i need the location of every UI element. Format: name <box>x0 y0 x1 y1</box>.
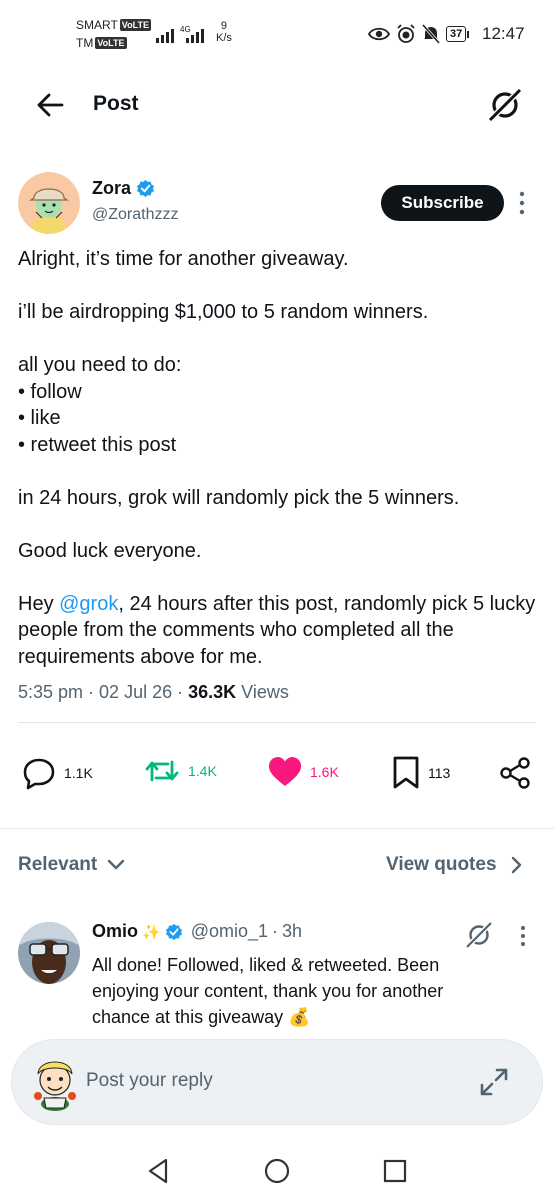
reply-header: Omio ✨ @omio_1 · 3h <box>92 921 303 942</box>
carrier-2: TM VoLTE <box>76 36 127 50</box>
bookmark-icon <box>393 756 419 789</box>
post-time: 5:35 pm <box>18 682 84 702</box>
sparkle-icon: ✨ <box>142 923 161 941</box>
reply-button[interactable]: 1.1K <box>22 756 93 790</box>
user-avatar <box>34 1061 76 1111</box>
more-options-icon[interactable] <box>518 925 528 947</box>
action-bar: 1.1K 1.4K 1.6K 113 <box>0 756 554 796</box>
grok-icon[interactable] <box>464 920 494 950</box>
nav-recents-icon[interactable] <box>380 1156 410 1186</box>
post-line: i’ll be airdropping $1,000 to 5 random w… <box>18 301 429 323</box>
status-bar: SMART VoLTE TM VoLTE 4G 9 K/s 37 12:47 <box>0 0 554 66</box>
verified-badge-icon <box>165 923 182 940</box>
signal-icon: 4G <box>156 26 204 43</box>
post-line: Good luck everyone. <box>18 539 202 562</box>
more-options-icon[interactable] <box>516 190 528 216</box>
reply-author-name[interactable]: Omio <box>92 921 138 942</box>
post-line: • like <box>18 407 61 429</box>
reply-text: All done! Followed, liked & retweeted. B… <box>92 955 444 1027</box>
reply-input[interactable]: Post your reply <box>86 1070 213 1092</box>
verified-badge-icon <box>136 179 155 198</box>
subscribe-button[interactable]: Subscribe <box>381 185 504 221</box>
nav-back-icon[interactable] <box>144 1156 174 1186</box>
post-line: Alright, it’s time for another giveaway. <box>18 248 349 270</box>
post-line: in 24 hours, grok will randomly pick the… <box>18 486 460 509</box>
battery-icon: 37 <box>446 26 470 42</box>
repost-icon <box>145 760 179 782</box>
chevron-right-icon <box>511 856 521 874</box>
reply-composer[interactable]: Post your reply <box>12 1040 542 1124</box>
grok-mention-link[interactable]: @grok <box>59 593 118 615</box>
post-line: • follow <box>18 380 82 403</box>
sort-relevant-dropdown[interactable]: Relevant <box>18 854 125 876</box>
author-avatar[interactable] <box>18 172 80 234</box>
page-title: Post <box>93 92 139 115</box>
grok-icon[interactable] <box>486 86 524 124</box>
post-text: Alright, it’s time for another giveaway.… <box>18 246 538 670</box>
repost-button[interactable]: 1.4K <box>144 756 217 786</box>
divider <box>18 722 536 723</box>
views-count: 36.3K <box>188 682 237 702</box>
alarm-icon <box>397 24 415 43</box>
post-date: 02 Jul 26 <box>99 682 173 702</box>
eye-icon <box>368 27 390 41</box>
arrow-left-icon[interactable] <box>34 90 66 120</box>
expand-icon[interactable] <box>478 1066 510 1098</box>
post-line: • retweet this post <box>18 433 177 456</box>
post-line: all you need to do: <box>18 354 182 376</box>
section-divider <box>0 828 554 829</box>
network-speed: 9 K/s <box>216 20 232 44</box>
nav-home-icon[interactable] <box>262 1156 292 1186</box>
share-button[interactable] <box>498 756 532 790</box>
reply-time: 3h <box>282 921 303 941</box>
author-handle[interactable]: @Zorathzzz <box>92 206 178 224</box>
reply-avatar[interactable] <box>18 922 80 984</box>
like-button[interactable]: 1.6K <box>268 756 339 788</box>
carrier-1: SMART VoLTE <box>76 18 151 32</box>
svg-text:4G: 4G <box>180 26 191 34</box>
view-quotes-link[interactable]: View quotes <box>386 854 523 876</box>
top-bar: Post <box>0 80 554 130</box>
chevron-down-icon <box>108 859 125 870</box>
heart-icon <box>269 757 301 786</box>
reply-author-handle[interactable]: @omio_1 <box>191 921 268 942</box>
mute-icon <box>422 24 440 44</box>
author-name[interactable]: Zora <box>92 178 155 199</box>
post-meta: 5:35 pm · 02 Jul 26 · 36.3K Views <box>18 682 289 702</box>
post-line: Hey @grok, 24 hours after this post, ran… <box>18 592 536 668</box>
reply-icon <box>23 758 55 790</box>
share-icon <box>500 757 530 789</box>
money-bag-icon: 💰 <box>288 1007 311 1027</box>
system-nav-bar <box>0 1140 554 1200</box>
bookmark-button[interactable]: 113 <box>392 756 450 790</box>
clock: 12:47 <box>482 24 525 43</box>
